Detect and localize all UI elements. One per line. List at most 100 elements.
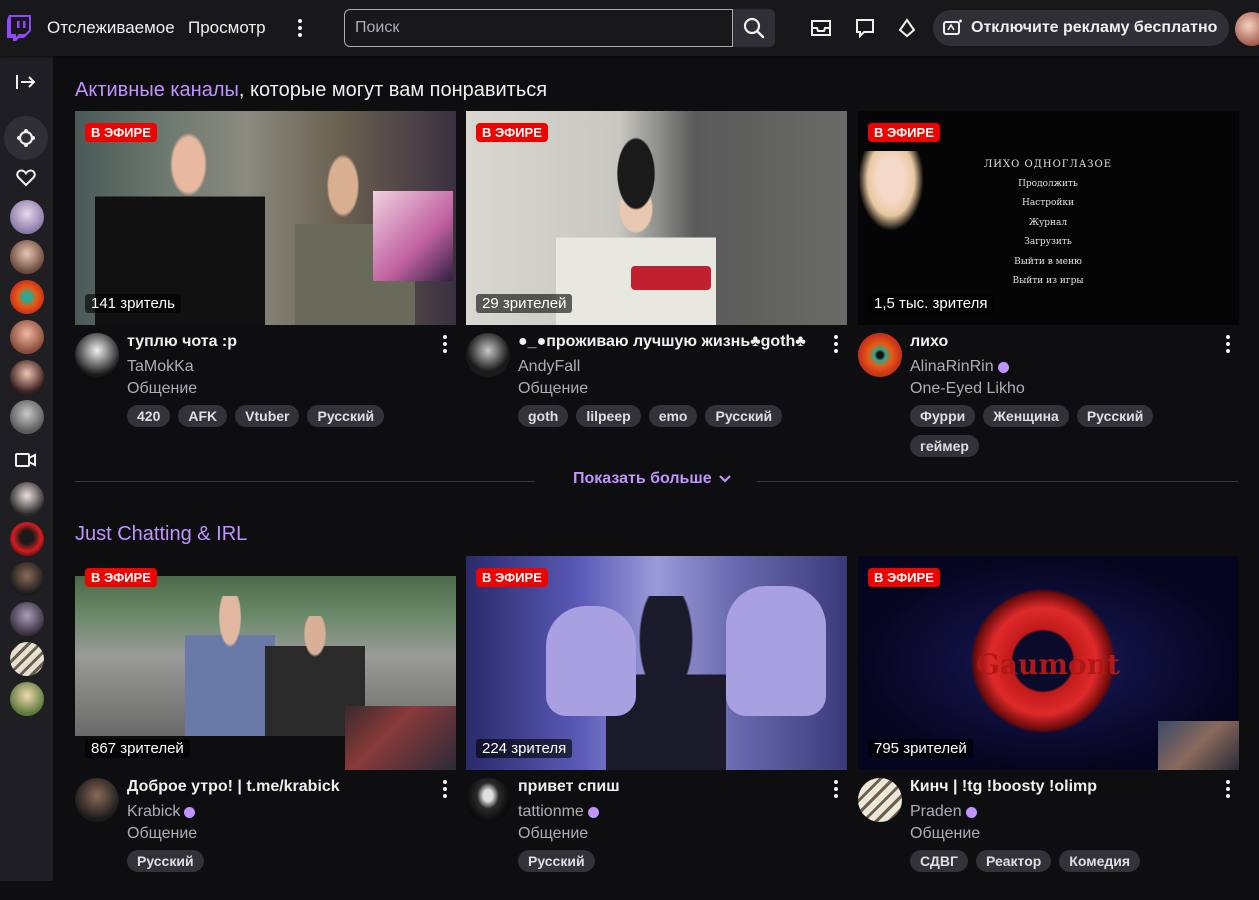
stream-card[interactable]: В ЭФИРЕ 867 зрителей Доброе утро! | t.me… (75, 556, 456, 900)
stream-thumbnail[interactable]: ЛИХО ОДНОГЛАЗОЕ Продолжить Настройки Жур… (858, 111, 1239, 325)
nav-browse[interactable]: Просмотр (188, 18, 266, 38)
tag[interactable]: Русский (1076, 405, 1154, 427)
section-title-link[interactable]: Just Chatting & IRL (75, 523, 247, 545)
tag[interactable]: СДВГ (910, 850, 968, 872)
section-title-link[interactable]: Активные каналы (75, 79, 239, 101)
whispers-icon[interactable] (853, 16, 877, 40)
streamer-figure (95, 111, 265, 325)
tag[interactable]: геймер (910, 435, 979, 457)
stream-category[interactable]: Общение (910, 825, 980, 843)
stream-title[interactable]: привет спиш (518, 778, 818, 796)
card-more-button[interactable] (442, 335, 448, 353)
sidebar-channel-avatar[interactable] (10, 602, 44, 636)
card-more-button[interactable] (442, 780, 448, 798)
nav-following[interactable]: Отслеживаемое (47, 18, 175, 38)
sidebar-recommended-icon[interactable] (4, 116, 48, 160)
channel-name[interactable]: AndyFall (518, 358, 580, 376)
search-button[interactable] (733, 9, 775, 47)
stream-thumbnail[interactable]: В ЭФИРЕ 141 зритель (75, 111, 456, 325)
search-placeholder: Поиск (355, 19, 400, 36)
stream-title[interactable]: туплю чота :p (127, 333, 427, 351)
stream-title[interactable]: ●_●проживаю лучшую жизнь♣goth♣ (518, 333, 818, 351)
channel-avatar[interactable] (466, 333, 510, 377)
channel-name[interactable]: TaMokKa (127, 358, 194, 376)
stream-thumbnail[interactable]: В ЭФИРЕ 29 зрителей (466, 111, 847, 325)
tag[interactable]: AFK (178, 405, 228, 427)
stream-title[interactable]: лихо (910, 333, 1210, 351)
sidebar-channel-avatar[interactable] (10, 240, 44, 274)
stream-thumbnail[interactable]: В ЭФИРЕ 224 зрителя (466, 556, 847, 770)
channel-avatar[interactable] (466, 778, 510, 822)
stream-thumbnail[interactable]: В ЭФИРЕ 867 зрителей (75, 556, 456, 770)
channel-avatar[interactable] (75, 333, 119, 377)
channel-name[interactable]: tattionme (518, 803, 599, 821)
channel-avatar[interactable] (858, 778, 902, 822)
tag[interactable]: Русский (307, 405, 385, 427)
stream-category[interactable]: Общение (518, 825, 588, 843)
game-menu-item: Продолжить (1018, 178, 1078, 189)
stream-card[interactable]: ЛИХО ОДНОГЛАЗОЕ Продолжить Настройки Жур… (858, 111, 1239, 457)
verified-badge-icon (184, 806, 196, 818)
search-input[interactable]: Поиск (344, 9, 733, 47)
sidebar-channel-avatar[interactable] (10, 642, 44, 676)
game-menu-item: Выйти в меню (1014, 256, 1082, 267)
divider-line (75, 481, 535, 482)
twitch-logo-icon[interactable] (6, 14, 32, 42)
bits-icon[interactable] (895, 16, 919, 40)
viewer-count: 867 зрителей (85, 739, 190, 758)
show-more-button[interactable]: Показать больше (573, 470, 732, 488)
sidebar-channel-avatar[interactable] (10, 562, 44, 596)
stream-card[interactable]: В ЭФИРЕ 141 зритель туплю чота :p TaMokK… (75, 111, 456, 455)
tag[interactable]: emo (648, 405, 698, 427)
tag[interactable]: Русский (127, 850, 204, 872)
sidebar-channel-avatar[interactable] (10, 280, 44, 314)
channel-avatar[interactable] (75, 778, 119, 822)
tag[interactable]: goth (518, 405, 569, 427)
tag[interactable]: lilpeep (576, 405, 641, 427)
user-avatar[interactable] (1235, 12, 1259, 46)
tag[interactable]: Комедия (1059, 850, 1141, 872)
stream-category[interactable]: Общение (518, 380, 588, 398)
channel-name[interactable]: Krabick (127, 803, 196, 821)
stream-card[interactable]: В ЭФИРЕ 29 зрителей ●_●проживаю лучшую ж… (466, 111, 847, 455)
sidebar-channel-avatar[interactable] (10, 200, 44, 234)
sidebar-channel-avatar[interactable] (10, 320, 44, 354)
card-more-button[interactable] (833, 780, 839, 798)
card-more-button[interactable] (1225, 780, 1231, 798)
stream-thumbnail[interactable]: Gaumont В ЭФИРЕ 795 зрителей (858, 556, 1239, 770)
sidebar-channel-avatar[interactable] (10, 682, 44, 716)
stream-title[interactable]: Доброе утро! | t.me/krabick (127, 778, 427, 796)
sidebar-channel-avatar[interactable] (10, 522, 44, 556)
live-badge: В ЭФИРЕ (868, 568, 940, 587)
sidebar-channel-avatar[interactable] (10, 482, 44, 516)
stream-category[interactable]: One-Eyed Likho (910, 380, 1025, 398)
heart-icon[interactable] (14, 166, 38, 190)
stream-category[interactable]: Общение (127, 380, 197, 398)
channel-avatar[interactable] (858, 333, 902, 377)
stream-title[interactable]: Кинч | !tg !boosty !olimp (910, 778, 1210, 796)
game-menu-item: Загрузить (1024, 237, 1072, 247)
sidebar-channel-avatar[interactable] (10, 360, 44, 394)
card-more-button[interactable] (1225, 335, 1231, 353)
tag[interactable]: Русский (518, 850, 595, 872)
expand-sidebar-icon[interactable] (14, 70, 38, 94)
tag[interactable]: 420 (127, 405, 171, 427)
inbox-icon[interactable] (809, 16, 833, 40)
more-menu-button[interactable] (292, 16, 308, 40)
stream-card[interactable]: Gaumont В ЭФИРЕ 795 зрителей Кинч | !tg … (858, 556, 1239, 900)
tag[interactable]: Женщина (983, 405, 1069, 427)
stream-card[interactable]: В ЭФИРЕ 224 зрителя привет спиш tattionm… (466, 556, 847, 900)
tag[interactable]: Русский (705, 405, 783, 427)
remove-ads-label: Отключите рекламу бесплатно (971, 19, 1218, 36)
remove-ads-button[interactable]: Отключите рекламу бесплатно (933, 10, 1229, 46)
card-more-button[interactable] (833, 335, 839, 353)
channel-name[interactable]: AlinaRinRin (910, 358, 1009, 376)
tag[interactable]: Реактор (975, 850, 1052, 872)
stream-category[interactable]: Общение (127, 825, 197, 843)
channel-name[interactable]: Praden (910, 803, 977, 821)
tag[interactable]: Фурри (910, 405, 976, 427)
verified-badge-icon (997, 361, 1009, 373)
sidebar-channel-avatar[interactable] (10, 400, 44, 434)
video-camera-icon[interactable] (14, 448, 38, 472)
tag[interactable]: Vtuber (235, 405, 300, 427)
